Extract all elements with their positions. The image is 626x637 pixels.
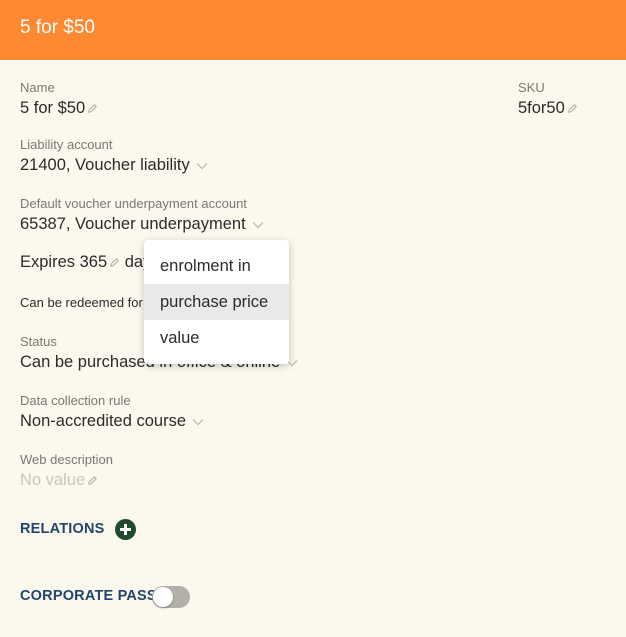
pencil-icon[interactable] [87, 103, 98, 114]
expires-days-input[interactable]: 365 [80, 253, 108, 271]
sku-field[interactable]: 5for50 [518, 99, 578, 118]
header-bar: 5 for $50 [0, 0, 626, 60]
relations-heading: RELATIONS [20, 521, 105, 537]
liability-value: 21400, Voucher liability [20, 156, 190, 174]
corporate-pass-toggle[interactable] [152, 586, 190, 608]
toggle-knob [153, 587, 173, 607]
redeem-text: Can be redeemed for [20, 295, 143, 310]
expires-row: Expires 365 day [20, 253, 151, 272]
redeem-type-menu: enrolment in purchase price value [144, 240, 289, 364]
menu-item-enrolment-in[interactable]: enrolment in [144, 248, 289, 284]
chevron-down-icon [192, 418, 204, 426]
menu-item-purchase-price[interactable]: purchase price [144, 284, 289, 320]
web-desc-label: Web description [20, 452, 113, 467]
data-rule-select[interactable]: Non-accredited course [20, 412, 204, 431]
add-relation-button[interactable] [115, 519, 136, 540]
name-label: Name [20, 80, 55, 95]
expires-prefix: Expires [20, 253, 76, 271]
pencil-icon[interactable] [87, 475, 98, 486]
underpayment-select[interactable]: 65387, Voucher underpayment [20, 215, 264, 234]
chevron-down-icon [252, 221, 264, 229]
chevron-down-icon [196, 162, 208, 170]
pencil-icon[interactable] [567, 103, 578, 114]
sku-label: SKU [518, 80, 545, 95]
name-field[interactable]: 5 for $50 [20, 99, 98, 118]
web-desc-field[interactable]: No value [20, 471, 98, 490]
web-desc-value: No value [20, 471, 86, 489]
underpayment-label: Default voucher underpayment account [20, 196, 247, 211]
corporate-pass-heading: CORPORATE PASS [20, 588, 157, 604]
underpayment-value: 65387, Voucher underpayment [20, 215, 246, 233]
pencil-icon[interactable] [109, 257, 120, 268]
sku-value: 5for50 [518, 99, 565, 117]
data-rule-label: Data collection rule [20, 393, 131, 408]
page-title: 5 for $50 [20, 17, 95, 38]
status-label: Status [20, 334, 57, 349]
data-rule-value: Non-accredited course [20, 412, 186, 430]
liability-label: Liability account [20, 137, 113, 152]
menu-item-value[interactable]: value [144, 320, 289, 356]
liability-select[interactable]: 21400, Voucher liability [20, 156, 208, 175]
name-value: 5 for $50 [20, 99, 86, 117]
